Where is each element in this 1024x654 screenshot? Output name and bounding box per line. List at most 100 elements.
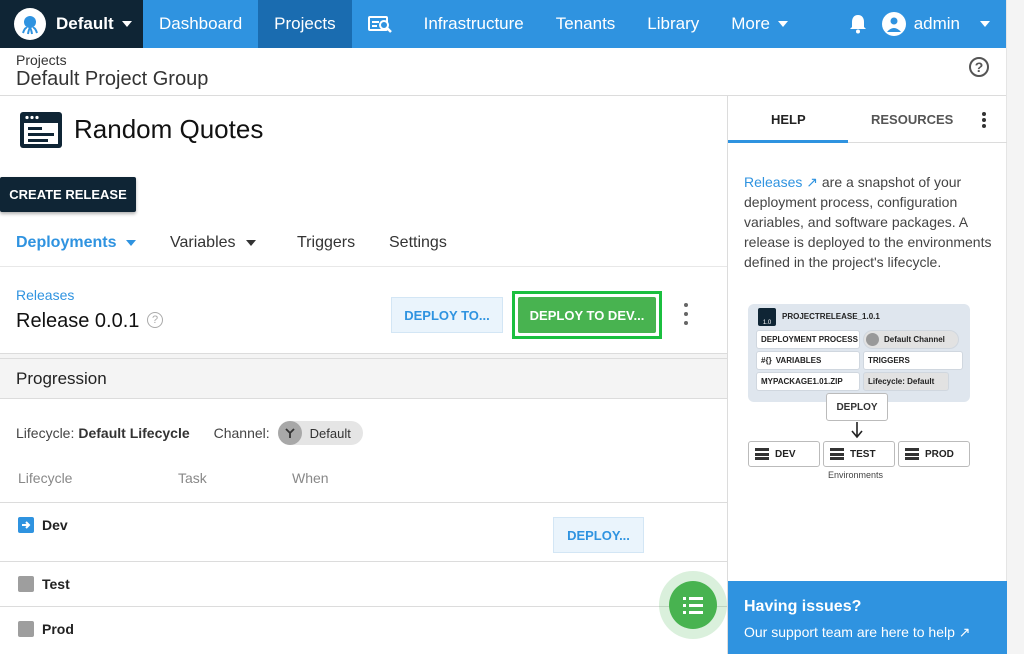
- tab-triggers[interactable]: Triggers: [297, 234, 355, 252]
- breadcrumb-parent[interactable]: Projects: [16, 52, 67, 68]
- deploy-to-dev-button[interactable]: DEPLOY TO DEV...: [518, 297, 656, 333]
- server-icon: [905, 448, 919, 460]
- diagram-lifecycle: Lifecycle: Default: [863, 372, 949, 391]
- chevron-down-icon: [126, 240, 137, 246]
- environment-icon: [18, 576, 34, 592]
- chevron-down-icon: [121, 21, 132, 27]
- arrow-down-icon: [851, 422, 863, 439]
- lifecycle-row-dev: Dev DEPLOY...: [0, 502, 727, 561]
- channel-icon: [277, 421, 302, 445]
- user-name: admin: [913, 14, 960, 33]
- lifecycle-info: Lifecycle: Default Lifecycle Channel: De…: [16, 421, 363, 445]
- diagram-triggers: TRIGGERS: [863, 351, 963, 370]
- nav-infrastructure[interactable]: Infrastructure: [408, 0, 540, 48]
- diagram-deploy: DEPLOY: [826, 393, 888, 421]
- chevron-down-icon: [245, 240, 256, 246]
- panel-tabs: HELP RESOURCES: [728, 96, 1007, 143]
- chevron-down-icon: [980, 21, 990, 27]
- nav-dashboard[interactable]: Dashboard: [143, 0, 258, 48]
- project-logo-icon: [20, 112, 62, 148]
- nav-search-icon[interactable]: [352, 0, 408, 48]
- support-title: Having issues?: [744, 598, 862, 615]
- project-name: Random Quotes: [74, 114, 264, 144]
- external-link-icon: ↗: [802, 174, 818, 190]
- lifecycle-label: Lifecycle:: [16, 425, 75, 441]
- space-switcher[interactable]: Default: [0, 0, 143, 48]
- diagram-env-caption: Environments: [828, 470, 884, 480]
- create-release-button[interactable]: CREATE RELEASE: [0, 177, 136, 212]
- nav-more[interactable]: More: [715, 0, 804, 48]
- progression-card: Progression Lifecycle: Default Lifecycle…: [0, 358, 727, 654]
- tab-help[interactable]: HELP: [771, 112, 806, 127]
- nav-tenants[interactable]: Tenants: [540, 0, 632, 48]
- space-name: Default: [56, 14, 114, 33]
- variables-label: VARIABLES: [775, 356, 822, 365]
- support-text: Our support team are here to help: [744, 624, 955, 640]
- diagram-deployment-process: DEPLOYMENT PROCESS: [756, 330, 860, 349]
- scrollbar-track[interactable]: [1006, 0, 1024, 654]
- external-link-icon: ↗: [954, 624, 971, 640]
- task-list-fab[interactable]: [669, 581, 717, 629]
- releases-link[interactable]: Releases: [16, 287, 74, 303]
- main-content: Random Quotes CREATE RELEASE Deployments…: [0, 96, 727, 654]
- help-icon[interactable]: ?: [147, 312, 163, 328]
- tab-settings[interactable]: Settings: [389, 234, 447, 252]
- page-title: Default Project Group: [16, 68, 209, 90]
- active-tab-indicator: [728, 140, 848, 143]
- arrow-right-icon: [18, 517, 34, 533]
- nav-library[interactable]: Library: [631, 0, 715, 48]
- more-options-icon[interactable]: [680, 303, 692, 325]
- environment-icon: [18, 621, 34, 637]
- diagram-env-dev: DEV: [748, 441, 820, 467]
- environment-name: Test: [42, 576, 70, 592]
- variables-glyph: #{}: [761, 356, 772, 365]
- top-nav: Default Dashboard Projects Infrastructur…: [0, 0, 1006, 48]
- project-tabs: Deployments Variables Triggers Settings: [0, 234, 727, 264]
- support-banner[interactable]: Having issues? Our support team are here…: [728, 581, 1007, 654]
- help-text: Releases ↗ are a snapshot of your deploy…: [744, 172, 992, 272]
- bell-icon[interactable]: [834, 0, 882, 48]
- release-card: Releases Release 0.0.1 ? DEPLOY TO... DE…: [0, 266, 727, 354]
- tab-deployments[interactable]: Deployments: [16, 234, 137, 252]
- server-icon: [830, 448, 844, 460]
- environment-name: Dev: [42, 517, 68, 533]
- diagram-env-prod: PROD: [898, 441, 970, 467]
- release-icon: 1.0: [758, 308, 776, 326]
- search-machines-icon: [367, 16, 392, 33]
- channel-chip: Default: [277, 421, 363, 445]
- diagram-env-test: TEST: [823, 441, 895, 467]
- diagram-release-name: PROJECTRELEASE_1.0.1: [782, 312, 880, 321]
- progression-title: Progression: [16, 369, 107, 388]
- channel-label: Channel:: [213, 425, 270, 441]
- user-avatar-icon: [881, 12, 906, 36]
- nav-projects[interactable]: Projects: [258, 0, 352, 48]
- user-menu[interactable]: admin: [881, 12, 1006, 36]
- server-icon: [755, 448, 769, 460]
- tab-deployments-label: Deployments: [16, 234, 117, 251]
- deploy-to-button[interactable]: DEPLOY TO...: [391, 297, 503, 333]
- release-content: Releases Release 0.0.1 ? DEPLOY TO... DE…: [0, 266, 727, 654]
- more-options-icon[interactable]: [982, 112, 986, 128]
- channel-icon: [866, 333, 879, 346]
- progression-header: Progression: [0, 359, 727, 399]
- tab-variables-label: Variables: [170, 234, 236, 251]
- numbered-list-icon: [683, 597, 703, 614]
- chevron-down-icon: [778, 21, 788, 27]
- deploy-dev-button[interactable]: DEPLOY...: [553, 517, 644, 553]
- column-lifecycle: Lifecycle: [18, 470, 73, 486]
- tab-variables[interactable]: Variables: [170, 234, 256, 252]
- lifecycle-row-test: Test: [0, 561, 727, 606]
- diagram-package: MYPACKAGE1.01.ZIP: [756, 372, 860, 391]
- diagram-variables: #{} VARIABLES: [756, 351, 860, 370]
- lifecycle-value: Default Lifecycle: [78, 425, 190, 441]
- help-icon[interactable]: ?: [969, 57, 989, 77]
- channel-value: Default: [309, 425, 351, 441]
- environment-name: Prod: [42, 621, 74, 637]
- help-panel: HELP RESOURCES Releases ↗ are a snapshot…: [727, 96, 1007, 654]
- octopus-logo-icon: [14, 8, 46, 40]
- releases-help-link[interactable]: Releases: [744, 174, 802, 190]
- support-link[interactable]: Our support team are here to help ↗: [744, 624, 971, 641]
- lifecycle-row-prod: Prod: [0, 606, 727, 654]
- column-when: When: [292, 470, 329, 486]
- tab-resources[interactable]: RESOURCES: [871, 112, 953, 127]
